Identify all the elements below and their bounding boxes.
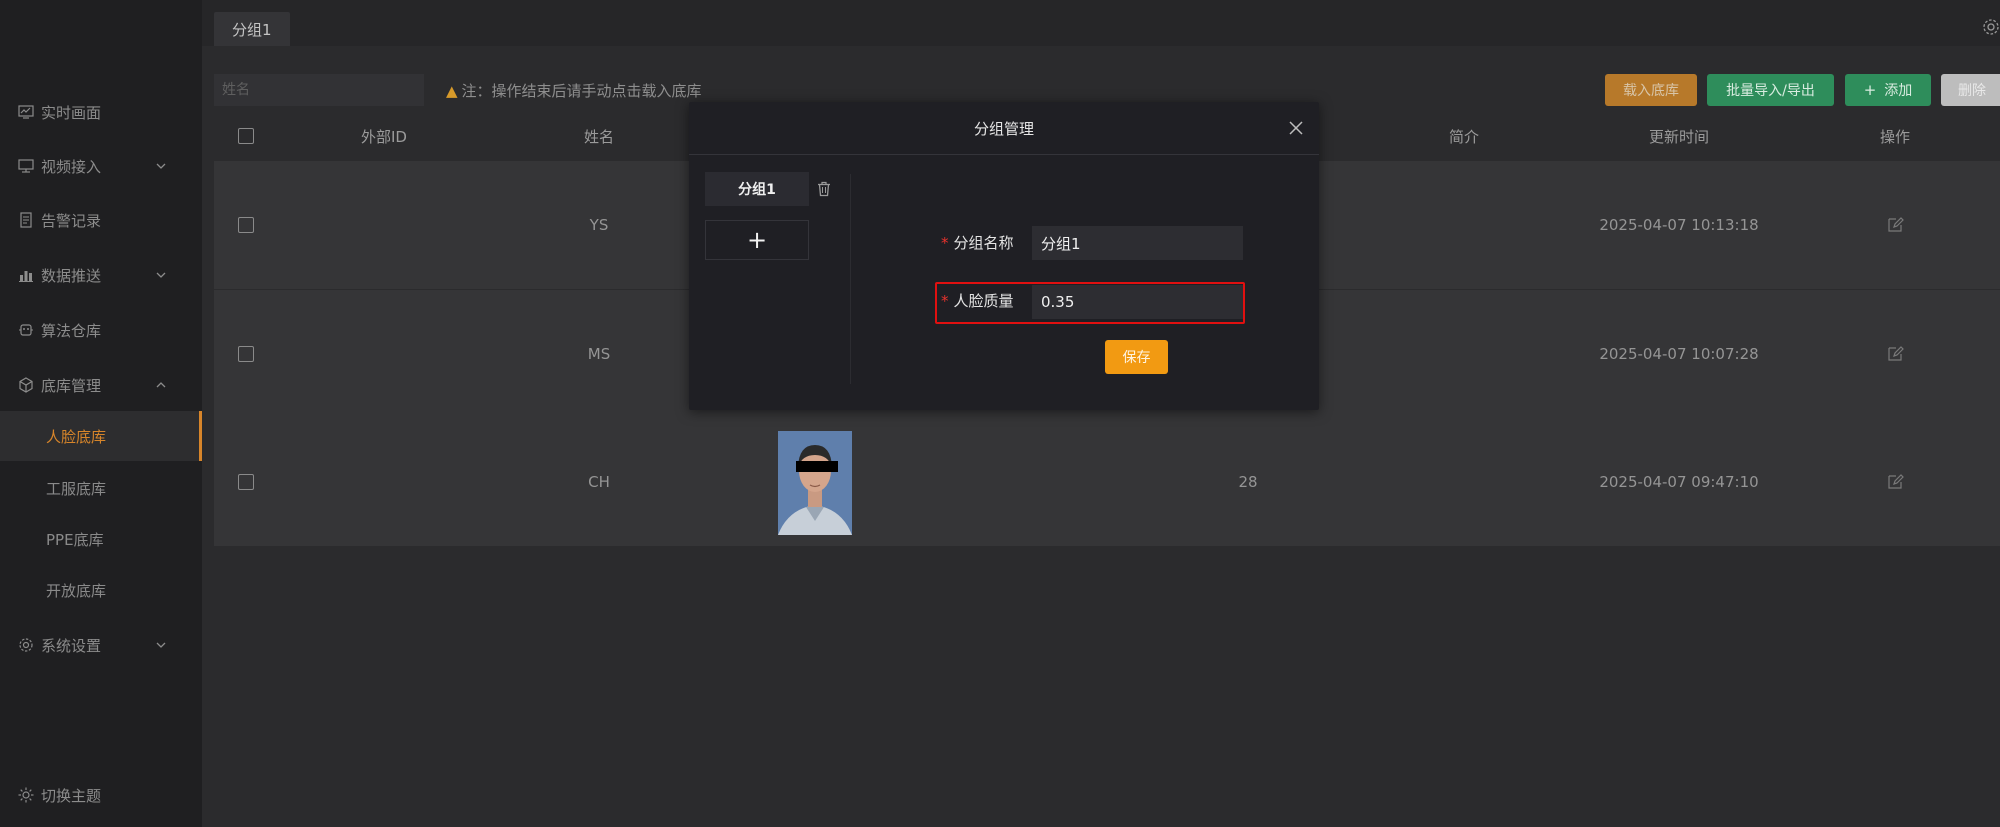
group-management-dialog: 分组管理 分组1 + *分组名称 *人脸质量 保存 — [689, 102, 1319, 410]
name-cell: CH — [588, 473, 610, 491]
row-checkbox[interactable] — [238, 217, 254, 233]
sidebar-item-label: 告警记录 — [41, 211, 102, 230]
dialog-title: 分组管理 — [973, 119, 1034, 138]
search-input[interactable] — [214, 74, 424, 106]
group-name-input[interactable] — [1032, 226, 1243, 260]
column-header: 简介 — [1448, 127, 1480, 146]
column-header: 姓名 — [583, 127, 615, 146]
divider — [850, 174, 851, 384]
sidebar-item-label: 实时画面 — [41, 103, 102, 122]
close-icon[interactable] — [1287, 119, 1305, 137]
tab-group1[interactable]: 分组1 — [214, 12, 290, 46]
face-photo — [778, 431, 852, 535]
monitor-chart-icon — [17, 103, 35, 121]
sidebar-sub-uniform-library[interactable]: 工服底库 — [0, 463, 202, 513]
group-name-label: * 分组名称 — [941, 232, 1014, 253]
updated-time-cell: 2025-04-07 10:13:18 — [1599, 216, 1759, 234]
select-all-checkbox[interactable] — [238, 128, 254, 144]
edit-icon[interactable] — [1886, 216, 1904, 234]
sidebar-item-video-access[interactable]: 视频接入 — [0, 142, 202, 190]
sidebar-item-label: 视频接入 — [41, 157, 102, 176]
sidebar-item-label: 数据推送 — [41, 266, 102, 285]
notice: ▲ 注：操作结束后请手动点击载入底库 — [446, 80, 702, 101]
warning-icon: ▲ — [446, 81, 458, 100]
chevron-up-icon — [154, 378, 168, 392]
add-button-label: 添加 — [1884, 83, 1913, 99]
sidebar-item-system-settings[interactable]: 系统设置 — [0, 621, 202, 669]
cube-icon — [17, 376, 35, 394]
gear-icon — [17, 636, 35, 654]
sun-icon — [17, 786, 35, 804]
name-cell: YS — [589, 216, 609, 234]
trash-icon[interactable] — [815, 180, 833, 198]
sidebar-item-label: 系统设置 — [41, 636, 102, 655]
sidebar-sub-ppe-library[interactable]: PPE底库 — [0, 514, 202, 564]
display-icon — [17, 157, 35, 175]
sidebar-item-label: 算法仓库 — [41, 321, 102, 340]
dialog-header: 分组管理 — [689, 102, 1319, 155]
edit-icon[interactable] — [1886, 345, 1904, 363]
add-group-button[interactable]: + — [705, 220, 809, 260]
plus-icon: + — [1863, 81, 1877, 99]
notice-text: 注：操作结束后请手动点击载入底库 — [461, 82, 702, 100]
highlight-box — [935, 282, 1245, 324]
row-checkbox[interactable] — [238, 346, 254, 362]
batch-import-export-button[interactable]: 批量导入/导出 — [1707, 74, 1834, 106]
edit-icon[interactable] — [1886, 473, 1904, 491]
updated-time-cell: 2025-04-07 09:47:10 — [1599, 473, 1759, 491]
sidebar-item-label: 底库管理 — [41, 376, 102, 395]
save-button[interactable]: 保存 — [1105, 340, 1168, 374]
load-library-button[interactable]: 载入底库 — [1605, 74, 1697, 106]
sidebar-item-data-push[interactable]: 数据推送 — [0, 251, 202, 299]
chevron-down-icon — [154, 159, 168, 173]
column-header: 更新时间 — [1648, 127, 1710, 146]
gear-icon[interactable] — [1982, 18, 2000, 36]
delete-button[interactable]: 删除 — [1941, 74, 2000, 106]
plus-icon: + — [746, 226, 768, 254]
updated-time-cell: 2025-04-07 10:07:28 — [1599, 345, 1759, 363]
table-row: CH 28 2025-04-07 09:47:10 — [214, 418, 2000, 546]
document-icon — [17, 211, 35, 229]
sidebar: 实时画面 视频接入 告警记录 数据推送 算法仓库 底库管理 人脸底库 工服底库 … — [0, 0, 202, 827]
theme-toggle-label: 切换主题 — [41, 786, 102, 805]
column-header: 外部ID — [361, 127, 407, 146]
tab-bar: 分组1 — [202, 0, 2000, 46]
group-name-label-text: 分组名称 — [953, 234, 1014, 252]
bar-chart-icon — [17, 266, 35, 284]
intro-cell: 28 — [1238, 473, 1258, 491]
theme-toggle[interactable]: 切换主题 — [0, 771, 202, 819]
column-header: 操作 — [1879, 127, 1911, 146]
required-mark: * — [941, 234, 949, 252]
chevron-down-icon — [154, 268, 168, 282]
algorithm-icon — [17, 321, 35, 339]
group-item[interactable]: 分组1 — [705, 172, 809, 206]
add-button[interactable]: + 添加 — [1845, 74, 1931, 106]
sidebar-item-library-management[interactable]: 底库管理 — [0, 361, 202, 409]
sidebar-sub-open-library[interactable]: 开放底库 — [0, 565, 202, 615]
row-checkbox[interactable] — [238, 474, 254, 490]
sidebar-item-alarm-records[interactable]: 告警记录 — [0, 196, 202, 244]
sidebar-item-algorithm-store[interactable]: 算法仓库 — [0, 306, 202, 354]
sidebar-sub-face-library[interactable]: 人脸底库 — [0, 411, 202, 461]
chevron-down-icon — [154, 638, 168, 652]
sidebar-item-realtime[interactable]: 实时画面 — [0, 88, 202, 136]
name-cell: MS — [587, 345, 611, 363]
